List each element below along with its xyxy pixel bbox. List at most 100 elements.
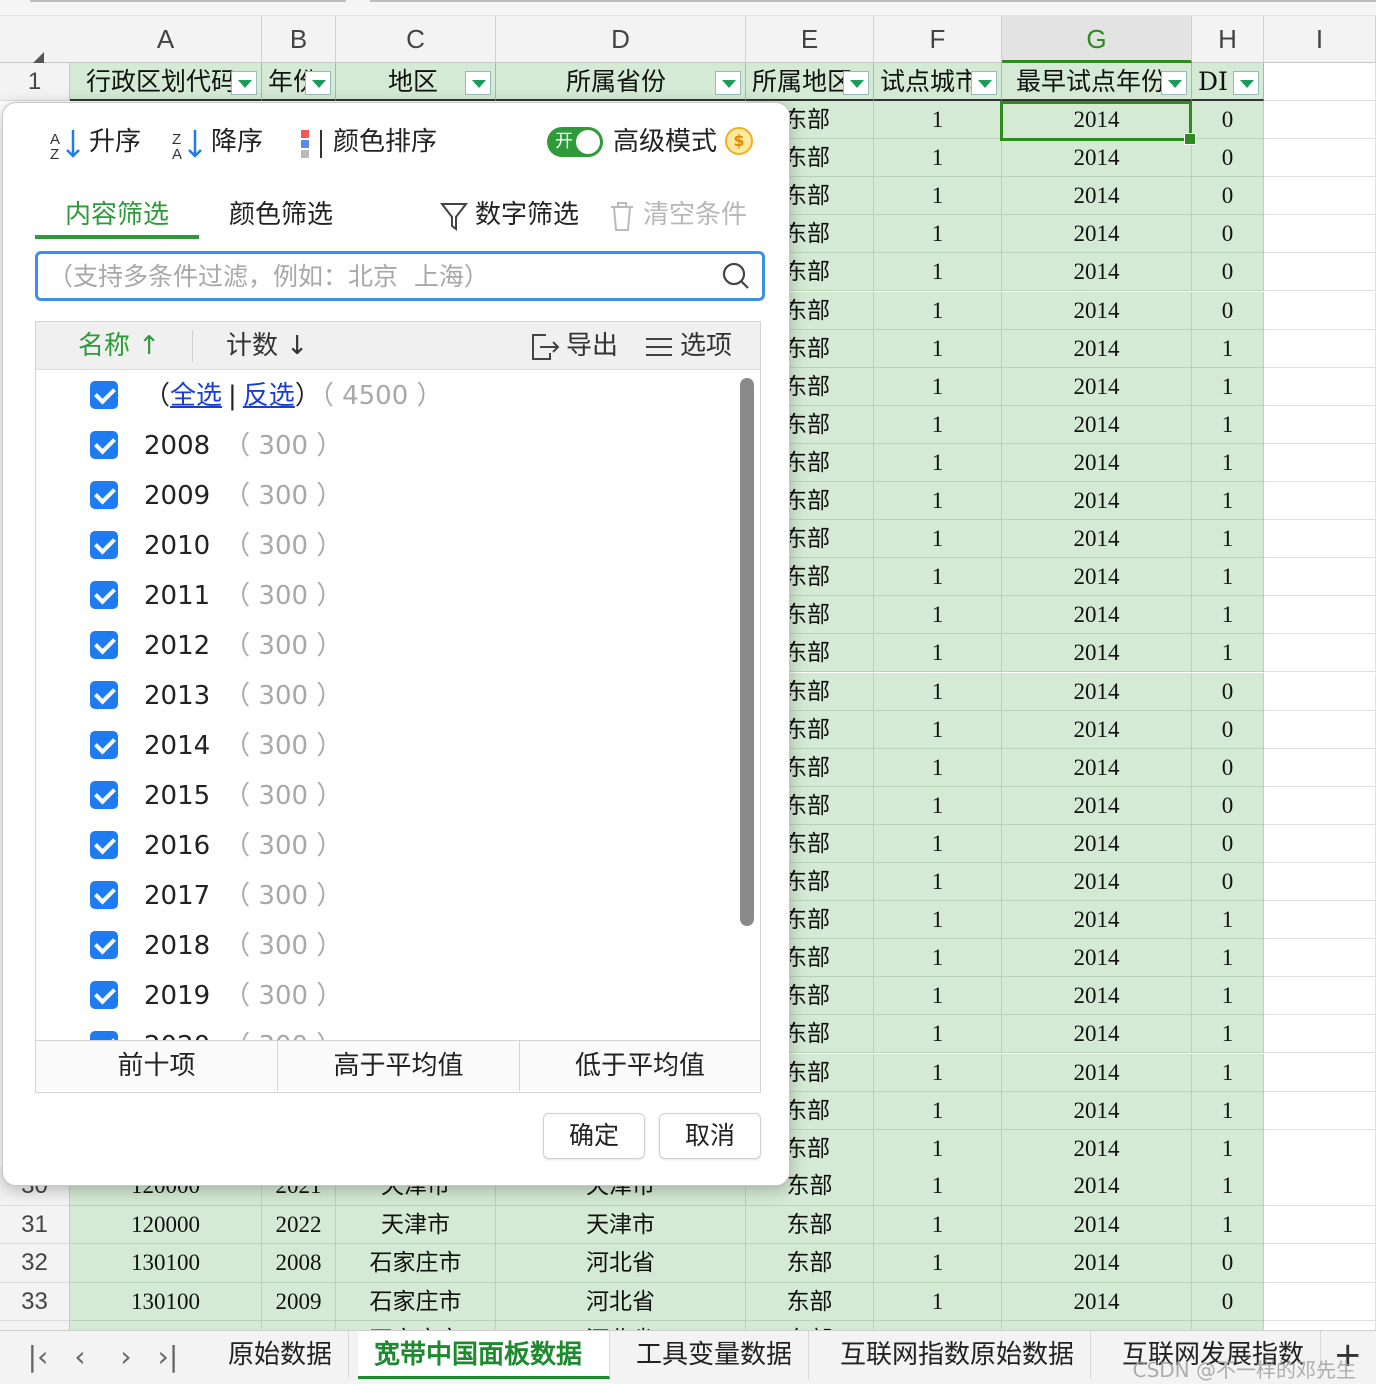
table-cell[interactable]: 0 [1192,824,1264,863]
empty-cell[interactable] [1264,329,1376,368]
checkbox-checked-icon[interactable] [90,580,118,609]
list-item[interactable]: 2009 （ 300 ） [90,476,342,516]
checkbox-checked-icon[interactable] [90,1030,118,1040]
table-cell[interactable]: 0 [1192,1244,1264,1283]
table-cell[interactable]: 2014 [1002,901,1192,940]
table-cell[interactable]: 0 [1192,139,1264,178]
sort-descending-button[interactable]: Z A 降序 [171,123,263,161]
filter-dropdown-button[interactable] [971,71,997,95]
empty-cell[interactable] [1264,1129,1376,1168]
table-cell[interactable]: 1 [874,405,1002,444]
table-cell[interactable]: 1 [874,901,1002,940]
table-cell[interactable]: 2014 [1002,443,1192,482]
table-cell[interactable]: 2014 [1002,329,1192,368]
empty-cell[interactable] [1264,824,1376,863]
table-cell[interactable]: 1 [874,139,1002,178]
checkbox-checked-icon[interactable] [90,830,118,859]
table-cell[interactable]: 1 [1192,329,1264,368]
column-header-c[interactable]: C [336,16,496,63]
table-cell[interactable]: 1 [874,1205,1002,1244]
header-cell-province[interactable]: 所属省份 [496,63,746,101]
empty-cell[interactable] [1264,1167,1376,1206]
table-cell[interactable]: 1 [874,253,1002,292]
list-item[interactable]: 2019 （ 300 ） [90,976,342,1016]
row-number[interactable]: 1 [0,63,70,101]
checkbox-checked-icon[interactable] [90,530,118,559]
table-cell[interactable]: 石家庄市 [336,1244,496,1283]
empty-cell[interactable] [1264,1015,1376,1054]
table-cell[interactable]: 1 [1192,482,1264,521]
sheet-tab-instrument-data[interactable]: 工具变量数据 [620,1331,810,1379]
selected-cell-g2[interactable] [1000,101,1196,145]
list-item[interactable]: 2010 （ 300 ） [90,526,342,566]
checkbox-checked-icon[interactable] [90,480,118,509]
table-cell[interactable]: 2014 [1002,1244,1192,1283]
checkbox-checked-icon[interactable] [90,980,118,1009]
checkbox-checked-icon[interactable] [90,730,118,759]
empty-cell[interactable] [1264,1321,1376,1330]
table-cell[interactable]: 1 [1192,634,1264,673]
table-cell[interactable]: 130100 [70,1321,262,1330]
table-cell[interactable]: 1 [874,977,1002,1016]
row-number[interactable]: 33 [0,1282,70,1321]
table-cell[interactable]: 130100 [70,1244,262,1283]
empty-cell[interactable] [1264,177,1376,216]
clear-conditions-button[interactable]: 清空条件 [607,195,747,235]
empty-cell[interactable] [1264,977,1376,1016]
table-cell[interactable]: 1 [1192,1053,1264,1092]
table-cell[interactable]: 2014 [1002,253,1192,292]
table-cell[interactable]: 1 [874,1321,1002,1330]
table-cell[interactable]: 1 [1192,1205,1264,1244]
select-all-row[interactable]: （全选 | 反选）（ 4500 ） [90,376,443,416]
table-cell[interactable]: 0 [1192,253,1264,292]
checkbox-checked-icon[interactable] [90,380,118,409]
table-cell[interactable]: 2014 [1002,558,1192,597]
sheet-tab-raw-data[interactable]: 原始数据 [212,1331,350,1379]
table-cell[interactable]: 河北省 [496,1282,746,1321]
select-all-link[interactable]: 全选 [170,381,222,411]
header-cell-region[interactable]: 地区 [336,63,496,101]
checkbox-checked-icon[interactable] [90,630,118,659]
checkbox-checked-icon[interactable] [90,430,118,459]
filter-search-input[interactable] [48,258,708,294]
sort-by-name-button[interactable]: 名称 ↑ [78,328,160,364]
empty-cell[interactable] [1264,596,1376,635]
table-cell[interactable]: 1 [1192,939,1264,978]
table-cell[interactable]: 1 [874,786,1002,825]
table-cell[interactable]: 1 [874,824,1002,863]
list-item[interactable]: 2011 （ 300 ） [90,576,342,616]
table-cell[interactable]: 1 [874,1244,1002,1283]
cancel-button[interactable]: 取消 [659,1113,761,1159]
filter-dropdown-button[interactable] [231,71,257,95]
table-cell[interactable]: 2014 [1002,291,1192,330]
table-cell[interactable]: 2014 [1002,939,1192,978]
scrollbar-thumb[interactable] [740,378,754,926]
filter-dropdown-button[interactable] [1161,71,1187,95]
table-cell[interactable]: 2014 [1002,1015,1192,1054]
table-cell[interactable]: 120000 [70,1205,262,1244]
filter-dropdown-button[interactable] [305,71,331,95]
tab-content-filter[interactable]: 内容筛选 [35,195,199,239]
number-filter-button[interactable]: 数字筛选 [439,195,579,235]
empty-cell[interactable] [1264,520,1376,559]
filter-dropdown-button[interactable] [1233,71,1259,95]
table-cell[interactable]: 天津市 [496,1205,746,1244]
empty-cell[interactable] [1264,558,1376,597]
table-cell[interactable]: 1 [874,443,1002,482]
sort-ascending-button[interactable]: A Z 升序 [49,123,141,161]
table-cell[interactable]: 1 [1192,901,1264,940]
table-cell[interactable]: 1 [874,863,1002,902]
header-cell-di[interactable]: DI [1192,63,1264,101]
table-cell[interactable]: 0 [1192,177,1264,216]
table-cell[interactable]: 天津市 [336,1205,496,1244]
table-cell[interactable]: 0 [1192,786,1264,825]
table-cell[interactable]: 1 [874,748,1002,787]
column-header-e[interactable]: E [746,16,874,63]
table-cell[interactable]: 2014 [1002,139,1192,178]
table-cell[interactable]: 2014 [1002,596,1192,635]
search-icon[interactable] [722,262,750,290]
above-average-button[interactable]: 高于平均值 [278,1041,520,1091]
empty-cell[interactable] [1264,1282,1376,1321]
empty-cell[interactable] [1264,901,1376,940]
empty-cell[interactable] [1264,63,1376,101]
